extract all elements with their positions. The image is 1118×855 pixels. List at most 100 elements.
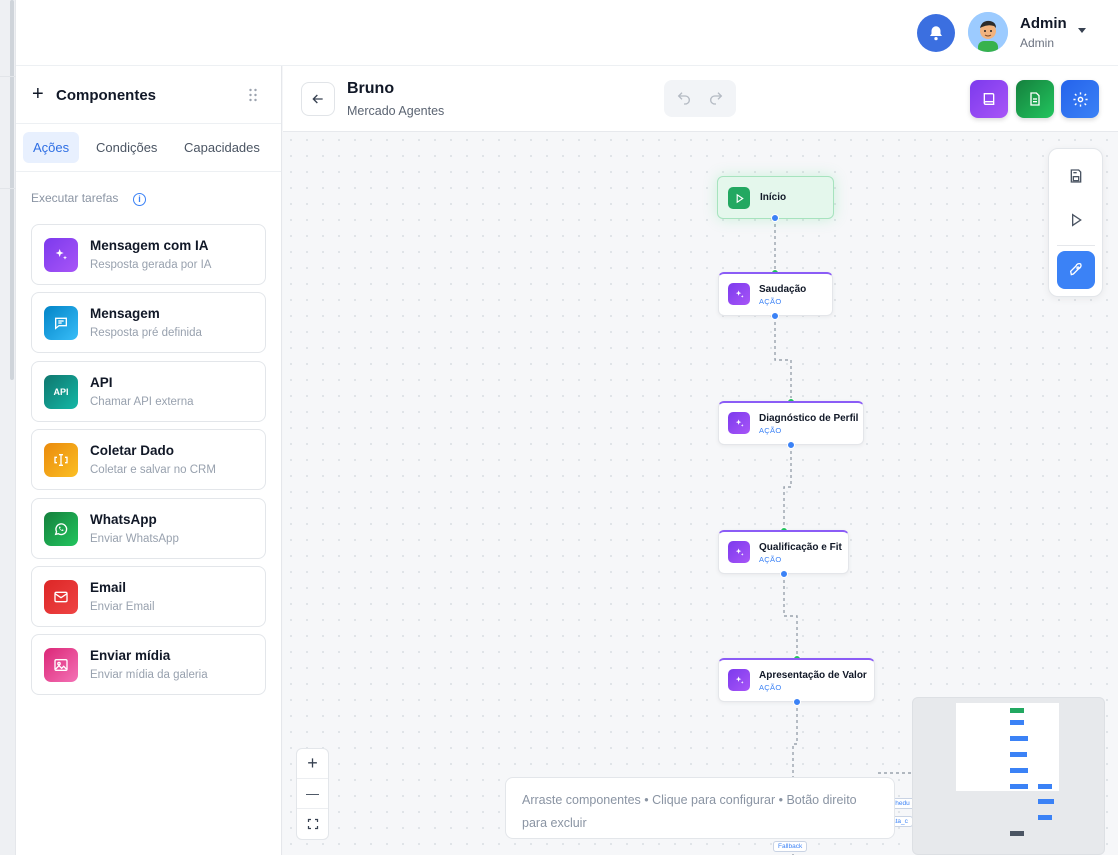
component-card-whatsapp[interactable]: WhatsApp Enviar WhatsApp xyxy=(31,498,266,559)
minimap[interactable] xyxy=(912,697,1105,855)
back-button[interactable] xyxy=(301,82,335,116)
message-icon xyxy=(44,306,78,340)
top-header: Admin Admin xyxy=(16,0,1118,66)
run-button[interactable] xyxy=(1057,201,1095,239)
zoom-out-button[interactable]: — xyxy=(297,779,328,809)
undo-icon[interactable] xyxy=(676,90,692,106)
sparkles-icon xyxy=(728,669,750,691)
arrow-left-icon xyxy=(312,94,323,104)
mail-icon xyxy=(44,580,78,614)
flow-node-diagnostico[interactable]: Diagnóstico de Perfil AÇÃO xyxy=(718,401,864,445)
save-button[interactable] xyxy=(1057,157,1095,195)
node-handle[interactable] xyxy=(771,214,779,222)
sparkles-icon xyxy=(728,541,750,563)
gear-icon xyxy=(1072,91,1088,107)
fullscreen-icon xyxy=(307,818,318,830)
left-strip xyxy=(0,0,16,855)
floating-actions-panel xyxy=(1048,148,1103,297)
card-title: Mensagem xyxy=(90,306,160,321)
node-title: Qualificação e Fit xyxy=(759,542,842,553)
left-scrollbar[interactable] xyxy=(10,0,14,380)
user-name[interactable]: Admin xyxy=(1020,15,1067,32)
component-card-api[interactable]: API API Chamar API externa xyxy=(31,361,266,422)
tab-condicoes[interactable]: Condições xyxy=(86,132,167,163)
start-node[interactable]: Início xyxy=(717,176,834,219)
node-title: Apresentação de Valor xyxy=(759,670,867,681)
file-text-icon xyxy=(1030,92,1040,106)
components-panel: + Componentes Ações Condições Capacidade… xyxy=(16,66,282,855)
minimap-node xyxy=(1010,720,1024,725)
minimap-node xyxy=(1010,768,1028,773)
divider xyxy=(0,188,16,189)
card-title: Coletar Dado xyxy=(90,443,175,458)
minimap-node xyxy=(1010,784,1028,789)
tab-capacidades[interactable]: Capacidades xyxy=(174,132,270,163)
minimap-viewport[interactable] xyxy=(956,703,1059,791)
node-type: AÇÃO xyxy=(759,555,782,564)
node-handle[interactable] xyxy=(793,698,801,706)
card-subtitle: Enviar WhatsApp xyxy=(90,533,179,545)
editor-toolbar: Bruno Mercado Agentes xyxy=(283,66,1118,132)
card-subtitle: Resposta gerada por IA xyxy=(90,259,212,271)
minimap-node xyxy=(1038,784,1052,789)
node-title: Diagnóstico de Perfil xyxy=(759,413,859,424)
deploy-button[interactable] xyxy=(1057,251,1095,289)
divider xyxy=(1057,245,1095,246)
component-card-coletar-dado[interactable]: Coletar Dado Coletar e salvar no CRM xyxy=(31,429,266,490)
sparkles-icon xyxy=(728,412,750,434)
undo-redo-group xyxy=(664,80,736,117)
start-node-label: Início xyxy=(760,192,787,203)
flow-node-qualificacao[interactable]: Qualificação e Fit AÇÃO xyxy=(718,530,849,574)
card-title: Email xyxy=(90,580,127,595)
components-tabs: Ações Condições Capacidades xyxy=(16,124,281,172)
rocket-icon xyxy=(1069,262,1082,276)
user-avatar[interactable] xyxy=(968,12,1008,52)
card-subtitle: Enviar Email xyxy=(90,601,155,613)
component-card-mensagem-ia[interactable]: Mensagem com IA Resposta gerada por IA xyxy=(31,224,266,285)
divider xyxy=(0,76,16,77)
redo-icon[interactable] xyxy=(708,90,724,106)
card-title: Enviar mídia xyxy=(90,648,171,663)
chevron-down-icon[interactable] xyxy=(1078,28,1086,33)
flow-name: Bruno xyxy=(347,80,395,97)
card-subtitle: Chamar API externa xyxy=(90,396,194,408)
component-card-mensagem[interactable]: Mensagem Resposta pré definida xyxy=(31,292,266,353)
play-icon xyxy=(1072,213,1082,227)
node-handle[interactable] xyxy=(771,312,779,320)
fit-view-button[interactable] xyxy=(297,809,328,839)
minimap-node xyxy=(1010,708,1024,713)
settings-button[interactable] xyxy=(1061,80,1099,118)
zoom-controls: + — xyxy=(296,748,329,840)
zoom-in-button[interactable]: + xyxy=(297,749,328,779)
node-type: AÇÃO xyxy=(759,426,782,435)
sparkles-icon xyxy=(44,238,78,272)
card-title: API xyxy=(90,375,113,390)
card-subtitle: Enviar mídia da galeria xyxy=(90,669,208,681)
document-button[interactable] xyxy=(1016,80,1054,118)
book-icon xyxy=(983,93,995,105)
tab-acoes[interactable]: Ações xyxy=(23,132,80,163)
flow-node-apresentacao[interactable]: Apresentação de Valor AÇÃO xyxy=(718,658,875,702)
component-card-email[interactable]: Email Enviar Email xyxy=(31,566,266,627)
canvas-hint: Arraste componentes • Clique para config… xyxy=(505,777,895,839)
node-handle[interactable] xyxy=(787,441,795,449)
notifications-button[interactable] xyxy=(917,14,955,52)
node-type: AÇÃO xyxy=(759,683,782,692)
minimap-node xyxy=(1010,831,1024,836)
flow-subtitle: Mercado Agentes xyxy=(347,104,445,118)
whatsapp-icon xyxy=(44,512,78,546)
component-card-enviar-midia[interactable]: Enviar mídia Enviar mídia da galeria xyxy=(31,634,266,695)
node-handle[interactable] xyxy=(780,570,788,578)
user-role: Admin xyxy=(1020,36,1055,50)
flow-canvas[interactable]: Início Saudação AÇÃO Diagnóstico de Perf… xyxy=(283,132,1118,855)
minimap-node xyxy=(1010,736,1028,741)
bell-icon xyxy=(930,26,942,41)
book-button[interactable] xyxy=(970,80,1008,118)
drag-handle-icon[interactable] xyxy=(248,88,258,102)
minimap-node xyxy=(1010,752,1027,757)
sparkles-icon xyxy=(728,283,750,305)
api-icon: API xyxy=(44,375,78,409)
info-icon[interactable]: i xyxy=(133,193,146,206)
flow-node-saudacao[interactable]: Saudação AÇÃO xyxy=(718,272,833,316)
card-title: Mensagem com IA xyxy=(90,238,209,253)
